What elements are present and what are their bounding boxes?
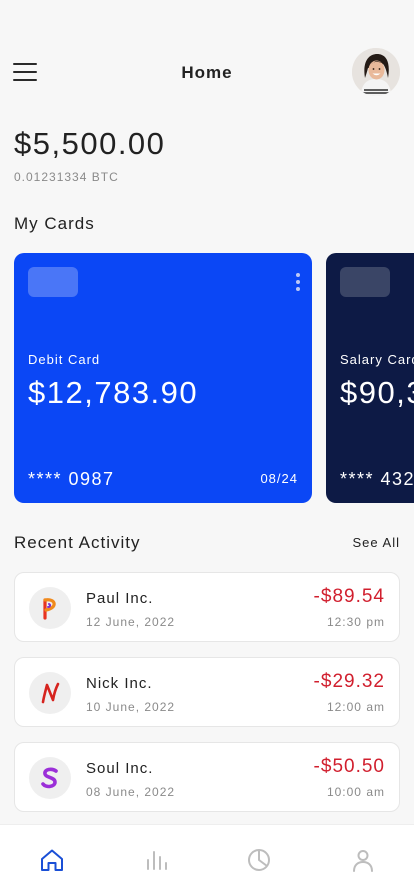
- transaction-date: 12 June, 2022: [86, 615, 176, 629]
- profile-icon[interactable]: [350, 847, 376, 873]
- paul-logo-icon: [29, 587, 71, 629]
- bottom-tab-bar: [0, 824, 414, 896]
- transaction-time: 12:30 pm: [326, 615, 385, 629]
- transaction-time: 12:00 am: [326, 700, 385, 714]
- avatar[interactable]: [352, 48, 400, 96]
- transaction-amount: -$89.54: [313, 586, 385, 607]
- card-chip-icon: [340, 267, 390, 297]
- pie-chart-icon[interactable]: [246, 847, 272, 873]
- header: Home: [0, 46, 414, 98]
- cards-carousel[interactable]: Debit Card $12,783.90 **** 0987 08/24 Sa…: [0, 253, 414, 503]
- recent-activity-title: Recent Activity: [14, 533, 141, 552]
- list-item[interactable]: Nick Inc. 10 June, 2022 -$29.32 12:00 am: [14, 657, 400, 727]
- salary-card[interactable]: Salary Card $90,3 **** 432: [326, 253, 414, 503]
- card-number: **** 432: [340, 469, 414, 489]
- home-icon[interactable]: [39, 847, 65, 873]
- my-cards-title: My Cards: [14, 214, 95, 233]
- merchant-name: Soul Inc.: [86, 760, 154, 777]
- see-all-link[interactable]: See All: [353, 535, 400, 550]
- transaction-date: 08 June, 2022: [86, 785, 176, 799]
- transaction-time: 10:00 am: [326, 785, 385, 799]
- debit-card[interactable]: Debit Card $12,783.90 **** 0987 08/24: [14, 253, 312, 503]
- card-type: Debit Card: [28, 352, 101, 367]
- transaction-amount: -$50.50: [313, 756, 385, 777]
- nick-logo-icon: [29, 672, 71, 714]
- bar-chart-icon[interactable]: [143, 847, 169, 873]
- merchant-name: Paul Inc.: [86, 590, 154, 607]
- list-item[interactable]: Paul Inc. 12 June, 2022 -$89.54 12:30 pm: [14, 572, 400, 642]
- card-expiry: 08/24: [260, 471, 298, 486]
- more-options-icon[interactable]: [296, 273, 300, 293]
- list-item[interactable]: Soul Inc. 08 June, 2022 -$50.50 10:00 am: [14, 742, 400, 812]
- card-amount: $12,783.90: [28, 375, 199, 410]
- btc-balance: 0.01231334 BTC: [14, 170, 119, 184]
- merchant-name: Nick Inc.: [86, 675, 153, 692]
- soul-logo-icon: [29, 757, 71, 799]
- card-type: Salary Card: [340, 352, 414, 367]
- transaction-amount: -$29.32: [313, 671, 385, 692]
- total-balance: $5,500.00: [14, 126, 166, 161]
- transaction-date: 10 June, 2022: [86, 700, 176, 714]
- card-chip-icon: [28, 267, 78, 297]
- card-number: **** 0987: [28, 469, 115, 489]
- card-amount: $90,3: [340, 375, 414, 410]
